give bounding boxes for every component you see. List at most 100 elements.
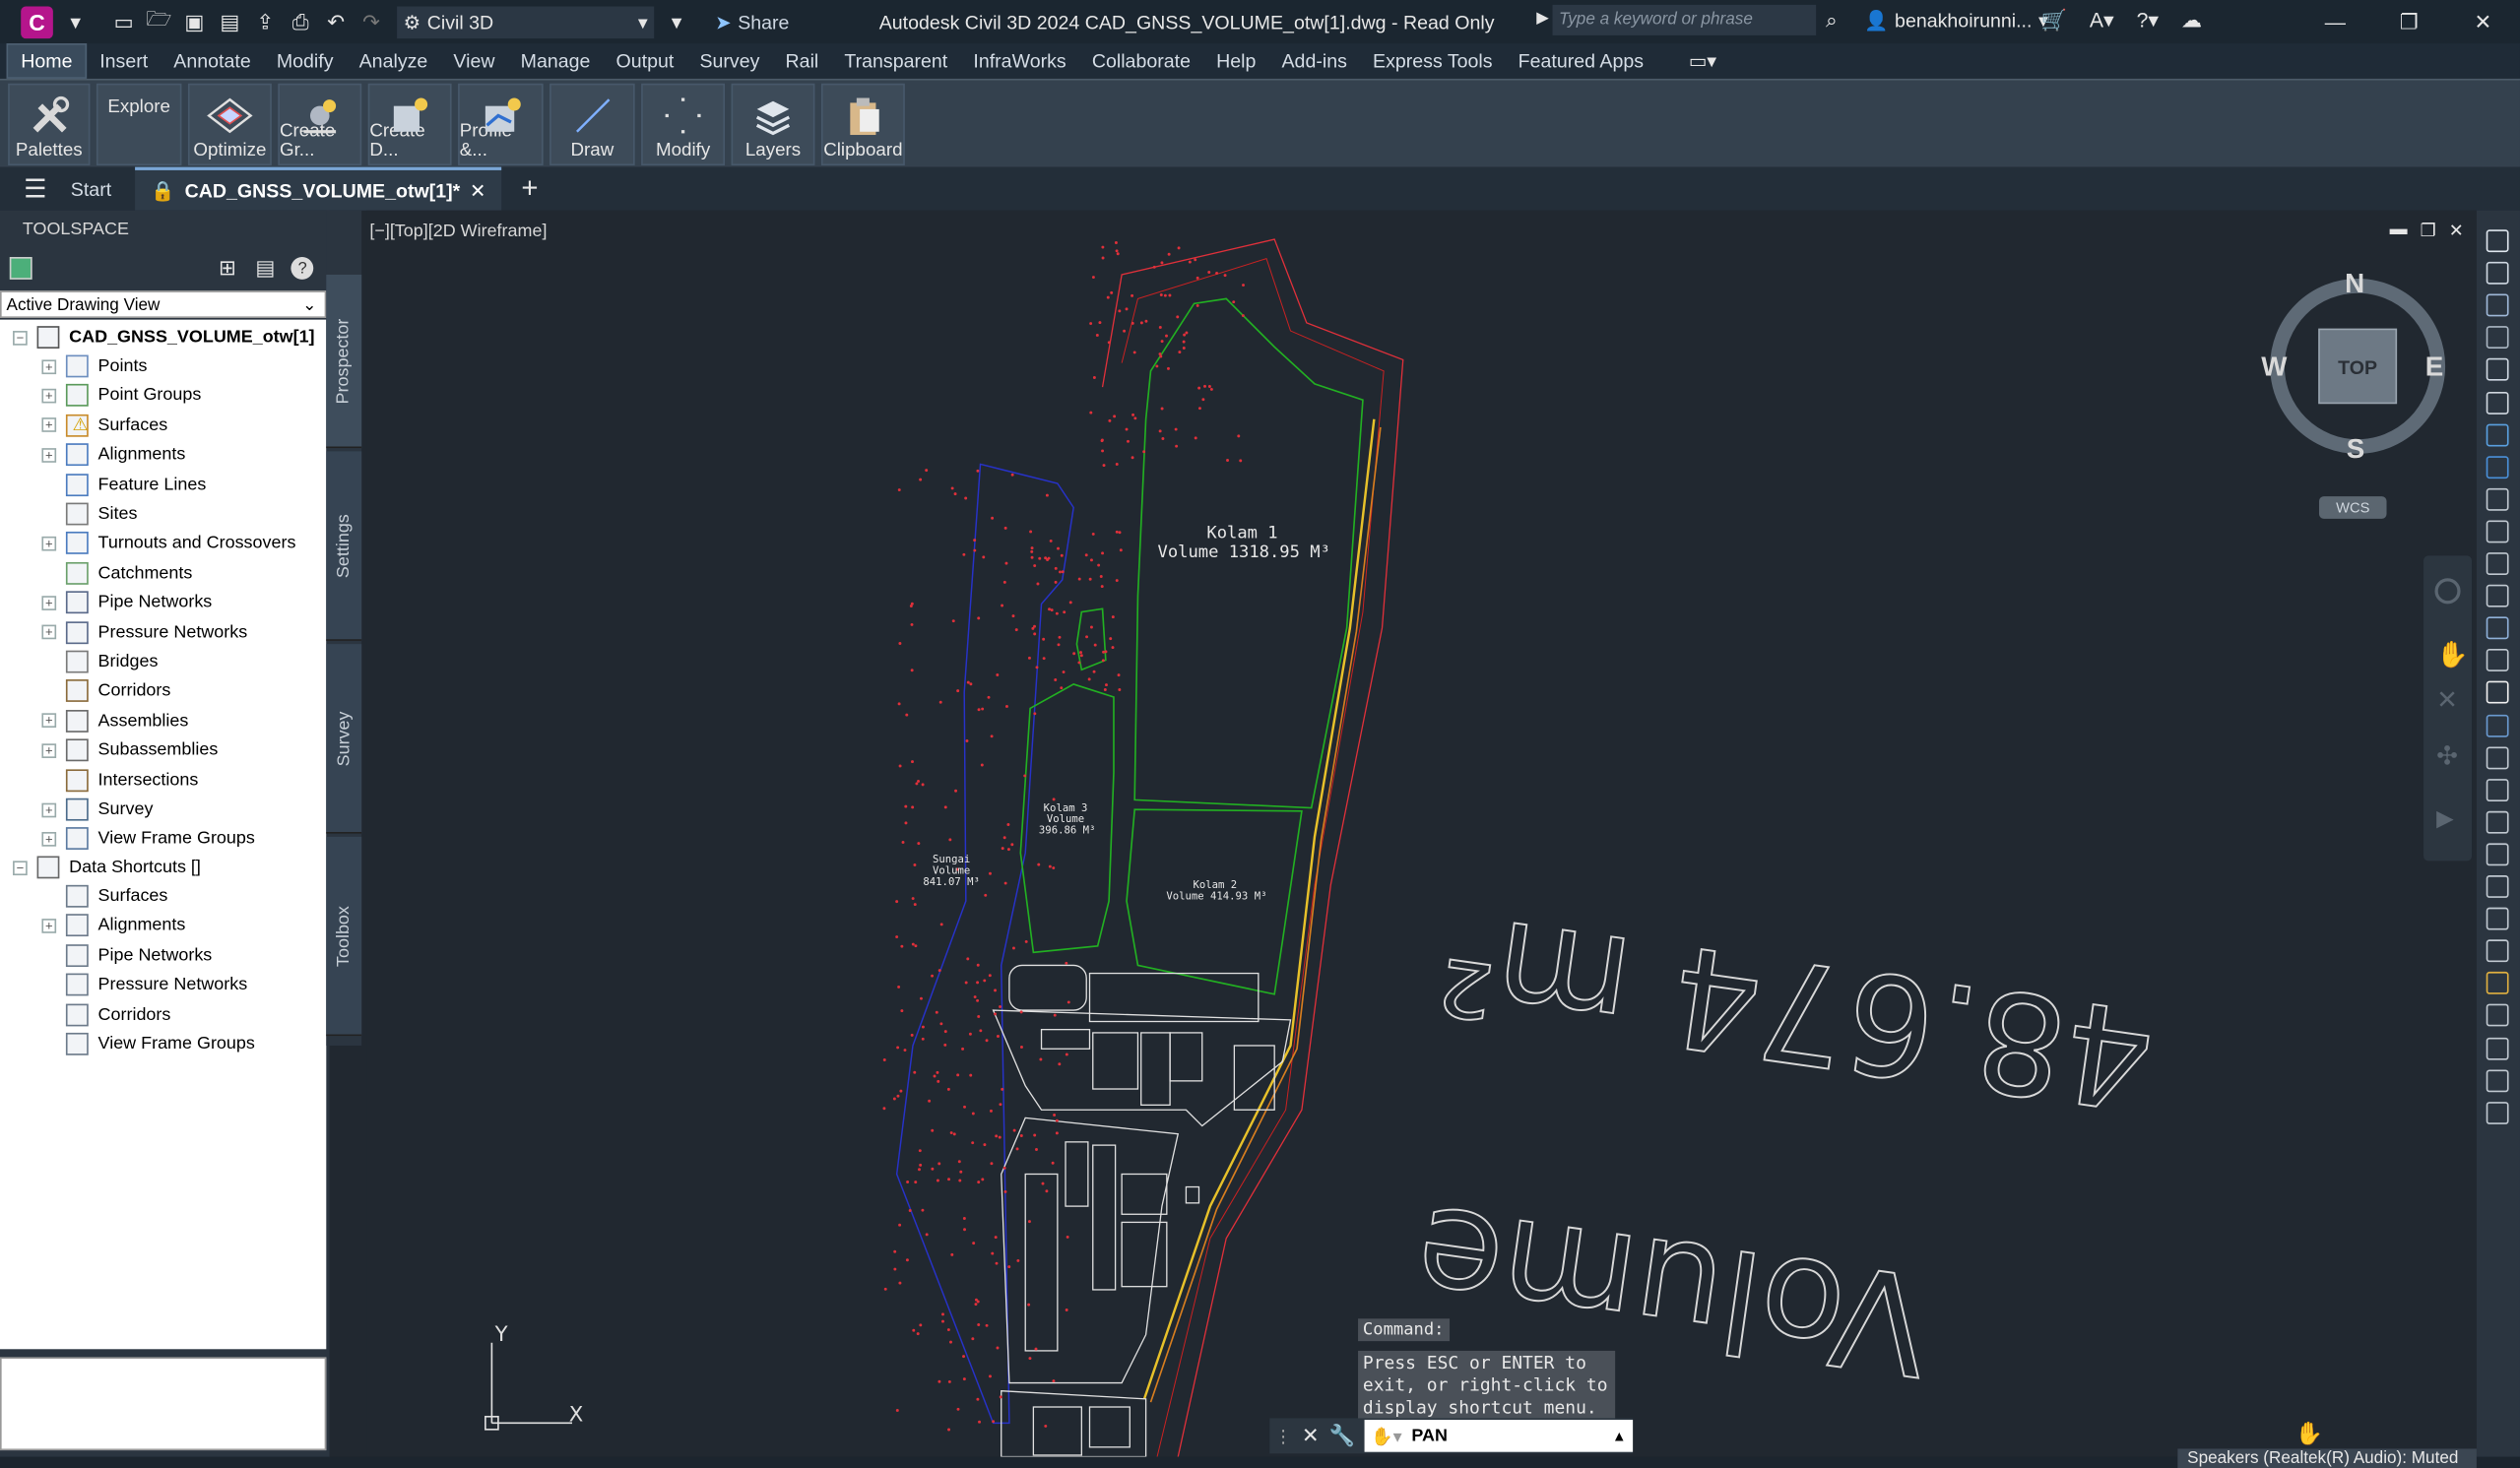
user-menu[interactable]: 👤 benakhoirunni... ▾ [1864,10,2048,32]
tree-shortcut-corridors[interactable]: Corridors [41,1000,170,1029]
save-as-icon[interactable]: ▤ [217,9,242,34]
steering-wheel-icon[interactable] [2434,578,2461,605]
tree-item-point-groups[interactable]: + Point Groups [41,381,201,410]
tool-icon-13[interactable] [2486,616,2509,640]
tree-item-pipe-networks[interactable]: + Pipe Networks [41,588,212,616]
tree-item-feature-lines[interactable]: Feature Lines [41,470,206,498]
profile-button[interactable]: Profile &... [458,83,544,166]
tree-item-alignments[interactable]: + Alignments [41,440,185,469]
open-folder-icon[interactable]: 🗁 [146,6,171,34]
tree-item-points[interactable]: + Points [41,351,147,380]
autodesk-icon[interactable]: A▾ [2090,8,2114,33]
explore-button[interactable]: Explore [96,83,182,166]
layers-button[interactable]: Layers [731,83,815,166]
tool-icon-11[interactable] [2486,552,2509,576]
tool-icon-19[interactable] [2486,810,2509,834]
zoom-icon[interactable]: ✕ [2436,684,2458,717]
expand-icon[interactable]: + [41,713,57,729]
expand-icon[interactable]: − [13,860,28,875]
draw-button[interactable]: Draw [549,83,635,166]
chevron-up-icon[interactable]: ▲ [1612,1428,1627,1443]
ribbon-minimize-icon[interactable]: ▭▾ [1689,50,1716,73]
tool-icon-9[interactable] [2486,487,2509,511]
expand-icon[interactable]: + [41,801,57,817]
tree-item-sites[interactable]: Sites [41,499,137,528]
expand-icon[interactable]: + [41,742,57,758]
optimize-button[interactable]: Optimize [187,83,272,166]
close-icon[interactable]: ✕ [2446,0,2520,43]
tab-start[interactable]: Start [71,177,135,200]
ribbon-tab-manage[interactable]: Manage [508,43,604,79]
ribbon-tab-infraworks[interactable]: InfraWorks [960,43,1078,79]
expand-icon[interactable]: + [41,388,57,404]
new-file-icon[interactable]: ▭ [111,9,137,34]
ribbon-tab-insert[interactable]: Insert [87,43,161,79]
expand-icon[interactable]: + [41,447,57,463]
tool-icon-23[interactable] [2486,939,2509,963]
tree-item-view-frame-groups[interactable]: + View Frame Groups [41,824,255,853]
app-logo[interactable]: C [21,5,53,38]
orbit-icon[interactable]: ✣ [2436,740,2458,773]
close-icon[interactable]: ✕ [1302,1423,1320,1448]
ribbon-tab-annotate[interactable]: Annotate [161,43,264,79]
redo-icon[interactable]: ↷ [358,9,384,34]
tool-icon-25[interactable] [2486,1004,2509,1028]
expand-icon[interactable]: + [41,536,57,551]
compass-e[interactable]: E [2425,351,2444,384]
tool-icon-24[interactable] [2486,972,2509,995]
palettes-button[interactable]: Palettes [8,83,91,166]
tool-icon-12[interactable] [2486,584,2509,607]
tool-icon-17[interactable] [2486,745,2509,769]
tree-item-catchments[interactable]: Catchments [41,558,192,587]
tool-icon-2[interactable] [2486,262,2509,285]
ribbon-tab-view[interactable]: View [440,43,507,79]
wcs-menu[interactable]: WCS [2318,496,2387,519]
tree-item-intersections[interactable]: Intersections [41,765,198,794]
tree-shortcut-pressure-networks[interactable]: Pressure Networks [41,971,247,999]
tool-icon-7[interactable] [2486,423,2509,446]
cloud-icon[interactable]: ☁ [2181,8,2202,33]
ribbon-tab-output[interactable]: Output [603,43,686,79]
ribbon-tab-transparent[interactable]: Transparent [831,43,960,79]
compass-n[interactable]: N [2345,268,2364,300]
tool-icon-8[interactable] [2486,455,2509,479]
tool-icon-28[interactable] [2486,1101,2509,1124]
ribbon-tab-featured-apps[interactable]: Featured Apps [1506,43,1657,79]
grip-icon[interactable]: ⋮ [1274,1426,1292,1446]
tool-icon-20[interactable] [2486,843,2509,866]
ribbon-tab-express-tools[interactable]: Express Tools [1360,43,1506,79]
tree-shortcut-alignments[interactable]: + Alignments [41,912,185,940]
create-ground-button[interactable]: Create Gr... [278,83,362,166]
help-icon[interactable]: ? [291,257,314,280]
tree-data-shortcuts[interactable]: − Data Shortcuts [] [13,853,201,881]
expand-icon[interactable]: + [41,624,57,640]
workspace-select[interactable]: ⚙ Civil 3D ▾ [397,5,655,38]
play-icon[interactable]: ▶ [1536,10,1549,28]
tab-prospector[interactable]: Prospector [326,274,362,449]
ribbon-tab-help[interactable]: Help [1203,43,1268,79]
tool-icon-15[interactable] [2486,681,2509,705]
expand-icon[interactable]: − [13,330,28,345]
tree-item-corridors[interactable]: Corridors [41,676,170,705]
tree-root-drawing[interactable]: − CAD_GNSS_VOLUME_otw[1] [13,323,315,351]
toolspace-tree-icon[interactable] [9,257,32,280]
export-icon[interactable]: ⇪ [252,9,278,34]
modify-button[interactable]: Modify [641,83,726,166]
ribbon-tab-analyze[interactable]: Analyze [347,43,441,79]
tool-icon-1[interactable] [2486,229,2509,253]
tab-current-file[interactable]: 🔒 CAD_GNSS_VOLUME_otw[1]* ✕ [135,166,502,211]
tab-toolbox[interactable]: Toolbox [326,836,362,1037]
wrench-icon[interactable]: 🔧 [1329,1423,1355,1448]
tool-icon-6[interactable] [2486,391,2509,415]
cart-icon[interactable]: 🛒 [2041,8,2067,33]
tree-item-turnouts-and-crossovers[interactable]: + Turnouts and Crossovers [41,529,295,557]
tool-icon-10[interactable] [2486,520,2509,543]
restore-icon[interactable]: ❐ [2372,0,2446,43]
tree-shortcut-view-frame-groups[interactable]: View Frame Groups [41,1030,255,1058]
tool-icon-22[interactable] [2486,907,2509,930]
search-icon[interactable]: ⌕ [1826,8,1838,33]
tool-icon-27[interactable] [2486,1068,2509,1092]
clipboard-button[interactable]: Clipboard [820,83,905,166]
share-button[interactable]: ➤ Share [715,11,789,33]
save-icon[interactable]: ▣ [181,9,207,34]
